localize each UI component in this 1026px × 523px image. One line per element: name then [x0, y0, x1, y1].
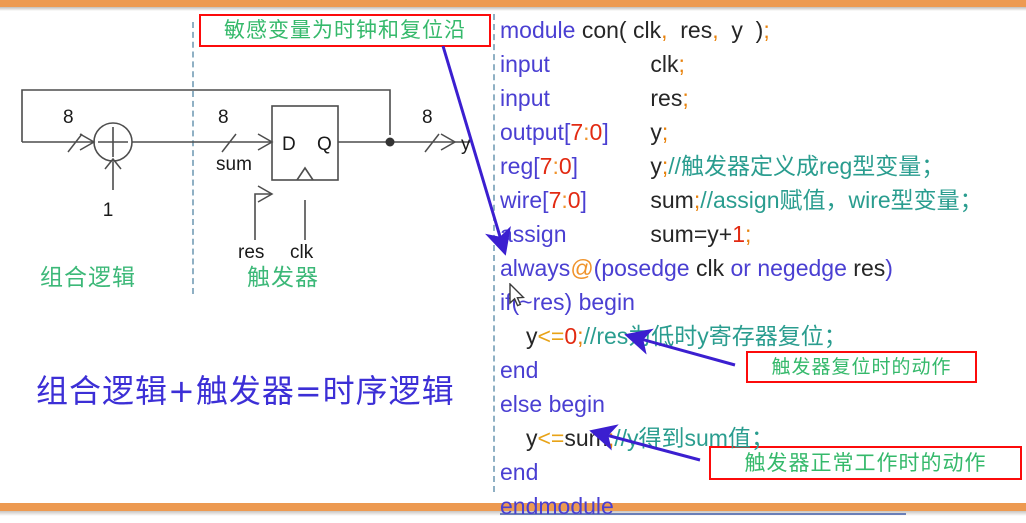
code-line-always: always@(posedge clk or negedge res) — [500, 251, 1026, 515]
token-sensitivity-list: (posedge clk or negedge res) — [593, 255, 893, 281]
top-accent-bar — [0, 0, 1026, 7]
code-line-endmodule: endmodule — [500, 489, 1026, 523]
token-module-args: clk, res, y ); — [632, 17, 770, 43]
token-clk: clk; — [650, 51, 685, 77]
token-wire-decl: wire[7:0] — [500, 187, 587, 213]
caption-flipflop: 触发器 — [247, 265, 319, 291]
equation-text: 组合逻辑+触发器=时序逻辑 — [36, 372, 455, 410]
wire-junction-dot — [385, 137, 395, 147]
token-wire-sum: sum; — [650, 187, 701, 213]
token-end-1: end — [500, 357, 539, 383]
label-adder-constant: 1 — [103, 200, 114, 221]
code-line-if: if(~res) begin — [500, 285, 1026, 319]
token-module: module — [500, 17, 576, 43]
label-output-y: y — [461, 134, 471, 155]
code-line-else: else begin — [500, 387, 1026, 421]
code-line-assign-zero: y<=0;//res为低时y寄存器复位； — [500, 319, 1026, 353]
token-assign-kw: assign — [500, 221, 567, 247]
code-line-module: module con( clk, res, y ); — [500, 13, 1026, 47]
code-line-input-clk: input clk; — [500, 47, 1026, 81]
comment-wire: //assign赋值，wire型变量； — [700, 187, 983, 213]
code-line-end-2: end — [500, 455, 1026, 489]
token-else-begin: else begin — [500, 391, 605, 417]
label-ff-d: D — [282, 134, 296, 155]
token-endmodule: endmodule — [500, 493, 614, 519]
annotation-sensitivity-list: 敏感变量为时钟和复位沿 — [199, 14, 491, 47]
token-y-assign-zero: y<=0; — [526, 323, 584, 349]
caption-combinational-logic: 组合逻辑 — [40, 265, 136, 291]
code-line-assign-sum: y<=sum;//y得到sum值； — [500, 421, 1026, 455]
label-sum: sum — [216, 154, 252, 175]
code-line-output: output[7:0] y; — [500, 115, 1026, 149]
label-ff-q: Q — [317, 134, 332, 155]
circuit-diagram: 8 1 8 sum 8 y D Q res clk — [21, 89, 471, 260]
label-output-width: 8 — [422, 107, 433, 128]
token-output-decl: output[7:0] — [500, 119, 609, 145]
token-input-clk-kw: input — [500, 51, 550, 77]
token-assign-expr: sum=y+1; — [650, 221, 752, 247]
token-reg-y: y; — [650, 153, 669, 179]
token-input-res-kw: input — [500, 85, 550, 111]
label-sum-width: 8 — [218, 107, 229, 128]
token-at-symbol: @ — [570, 255, 594, 281]
code-line-wire: wire[7:0] sum;//assign赋值，wire型变量； — [500, 183, 1026, 217]
token-res: res; — [650, 85, 689, 111]
token-y-assign-sum: y<=sum; — [526, 425, 615, 451]
token-always-kw: always — [500, 255, 571, 281]
label-adder-input-width: 8 — [63, 107, 74, 128]
code-line-reg: reg[7:0] y;//触发器定义成reg型变量； — [500, 149, 1026, 183]
comment-reset: //res为低时y寄存器复位； — [583, 323, 847, 349]
code-line-end-1: end — [500, 353, 1026, 387]
code-line-input-res: input res; — [500, 81, 1026, 115]
comment-sum: //y得到sum值； — [614, 425, 774, 451]
top-accent-bar-shadow — [0, 7, 1026, 11]
token-end-2: end — [500, 459, 539, 485]
comment-reg: //触发器定义成reg型变量； — [668, 153, 945, 179]
verilog-code-block: module con( clk, res, y ); input clk; in… — [500, 13, 1026, 523]
token-reg-decl: reg[7:0] — [500, 153, 579, 179]
mouse-cursor — [509, 283, 525, 307]
code-line-assign: assign sum=y+1; — [500, 217, 1026, 251]
token-con: con( — [581, 17, 627, 43]
token-output-y: y; — [650, 119, 669, 145]
